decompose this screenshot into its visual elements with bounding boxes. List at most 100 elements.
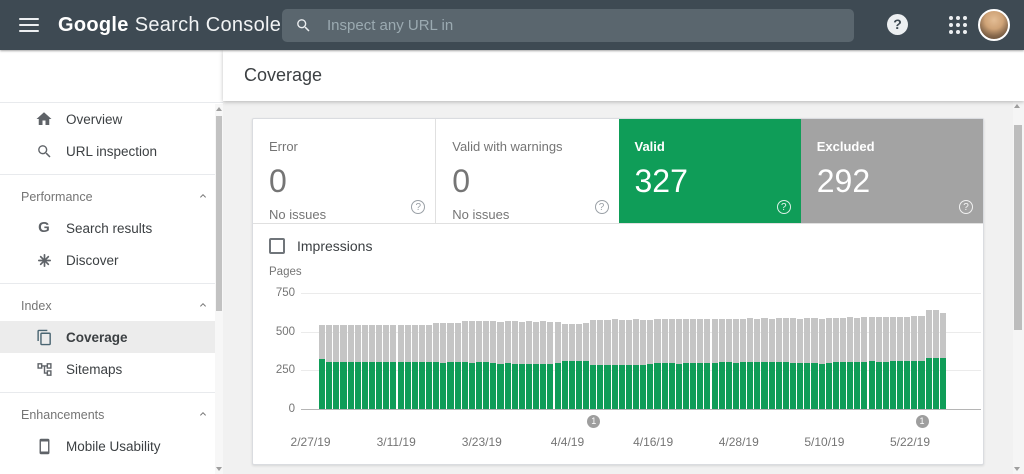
status-card-excluded[interactable]: Excluded 292? <box>800 119 983 223</box>
valid-segment <box>554 363 561 409</box>
sidebar-section-enhancements[interactable]: Enhancements <box>0 400 223 430</box>
sidebar-item-overview[interactable]: Overview <box>0 103 223 135</box>
status-card-valid[interactable]: Valid 327? <box>618 119 801 223</box>
excluded-segment <box>390 324 397 362</box>
sidebar-item-coverage[interactable]: Coverage <box>0 321 223 353</box>
main-scrollbar[interactable] <box>1013 101 1024 474</box>
excluded-segment <box>618 319 625 365</box>
url-inspect-searchbox[interactable] <box>282 9 854 42</box>
excluded-segment <box>326 325 333 362</box>
help-icon[interactable]: ? <box>594 200 609 214</box>
chart-bar-day-32 <box>547 321 554 409</box>
excluded-segment <box>583 323 590 362</box>
user-avatar[interactable] <box>978 9 1010 41</box>
chart-bar-day-4 <box>347 324 354 409</box>
scroll-up-arrow[interactable] <box>216 107 222 111</box>
valid-segment <box>625 365 632 409</box>
chart-bar-day-28 <box>518 321 525 409</box>
chart-bar-day-62 <box>761 318 768 409</box>
valid-segment <box>376 361 383 409</box>
sidebar-item-search-results[interactable]: G Search results <box>0 212 223 244</box>
excluded-segment <box>426 324 433 362</box>
excluded-segment <box>447 322 454 363</box>
valid-segment <box>333 362 340 409</box>
sidebar-nav: Overview URL inspection Performance G Search… <box>0 103 223 462</box>
help-icon[interactable]: ? <box>411 200 426 214</box>
main-scrollbar-thumb[interactable] <box>1014 125 1022 330</box>
status-card-value: 327 <box>634 163 688 199</box>
annotation-marker[interactable]: 1 <box>587 415 601 428</box>
excluded-segment <box>925 310 932 358</box>
chart-bar-day-18 <box>447 322 454 409</box>
chart-bar-day-87 <box>939 313 946 409</box>
valid-segment <box>889 360 897 409</box>
help-icon[interactable]: ? <box>959 200 973 214</box>
valid-segment <box>361 362 368 409</box>
sidebar-item-sitemaps[interactable]: Sitemaps <box>0 353 223 385</box>
chart-bar-day-63 <box>768 318 775 409</box>
sidebar-item-url-inspection[interactable]: URL inspection <box>0 135 223 167</box>
status-card-error[interactable]: Error 0 No issues? <box>253 119 435 223</box>
chart-bar-day-80 <box>889 316 897 409</box>
page-title: Coverage <box>244 65 323 85</box>
chart-bar-day-68 <box>804 318 811 409</box>
valid-segment <box>897 360 904 409</box>
chart-bar-day-74 <box>847 317 854 409</box>
excluded-segment <box>804 318 811 363</box>
valid-segment <box>640 365 647 409</box>
excluded-segment <box>554 321 561 364</box>
main-content: Error 0 No issues? Valid with warnings 0 No i… <box>223 101 1024 474</box>
status-summary-row: Error 0 No issues? Valid with warnings 0 No i… <box>253 119 983 224</box>
scroll-up-arrow[interactable] <box>1014 104 1020 108</box>
home-icon <box>35 110 53 128</box>
help-icon[interactable]: ? <box>776 200 791 214</box>
valid-segment <box>411 361 418 409</box>
url-inspect-input[interactable] <box>327 17 807 34</box>
hamburger-menu-icon[interactable] <box>19 18 39 32</box>
excluded-segment <box>625 319 632 366</box>
sidebar-divider <box>0 392 223 393</box>
valid-segment <box>533 363 540 409</box>
annotation-marker[interactable]: 1 <box>915 415 929 428</box>
google-apps-grid-icon[interactable] <box>949 16 967 34</box>
valid-segment <box>911 360 918 409</box>
chart-bar-day-16 <box>433 323 440 409</box>
impressions-toggle[interactable]: Impressions <box>269 238 372 254</box>
chart-bar-day-43 <box>625 319 632 409</box>
scroll-down-arrow[interactable] <box>216 467 222 471</box>
status-card-label: Error <box>269 139 298 154</box>
valid-segment <box>868 361 875 409</box>
excluded-segment <box>889 316 897 361</box>
status-card-value: 0 <box>269 163 287 199</box>
sidebar-scrollbar[interactable] <box>215 104 223 474</box>
sidebar-item-mobile-usability[interactable]: Mobile Usability <box>0 430 223 462</box>
valid-segment <box>404 361 411 409</box>
sidebar-item-discover[interactable]: Discover <box>0 244 223 276</box>
excluded-segment <box>433 323 440 363</box>
search-icon <box>35 142 53 160</box>
chart-bar-day-30 <box>533 321 540 409</box>
impressions-checkbox[interactable] <box>269 238 285 254</box>
logo-product: Search Console <box>134 13 282 36</box>
status-card-valid-with-warnings[interactable]: Valid with warnings 0 No issues? <box>435 119 618 223</box>
chart-bar-day-3 <box>340 325 347 409</box>
sitemaps-icon <box>35 360 53 378</box>
sidebar-section-index[interactable]: Index <box>0 291 223 321</box>
excluded-segment <box>418 324 426 362</box>
sidebar-section-performance[interactable]: Performance <box>0 182 223 212</box>
chart-bar-day-64 <box>775 318 782 409</box>
chart-bar-day-21 <box>468 321 475 409</box>
excluded-segment <box>540 321 547 364</box>
status-card-label: Valid <box>634 139 665 154</box>
excluded-segment <box>839 317 847 362</box>
valid-segment <box>847 361 854 409</box>
gridline <box>301 293 981 294</box>
help-icon[interactable]: ? <box>887 14 908 35</box>
sidebar-scrollbar-thumb[interactable] <box>216 116 222 311</box>
scroll-down-arrow[interactable] <box>1014 467 1020 471</box>
chart-bar-day-49 <box>668 319 675 409</box>
chart-bar-day-83 <box>911 316 918 409</box>
x-tick-label: 4/16/19 <box>633 435 674 449</box>
valid-segment <box>818 363 825 409</box>
valid-segment <box>754 362 761 409</box>
